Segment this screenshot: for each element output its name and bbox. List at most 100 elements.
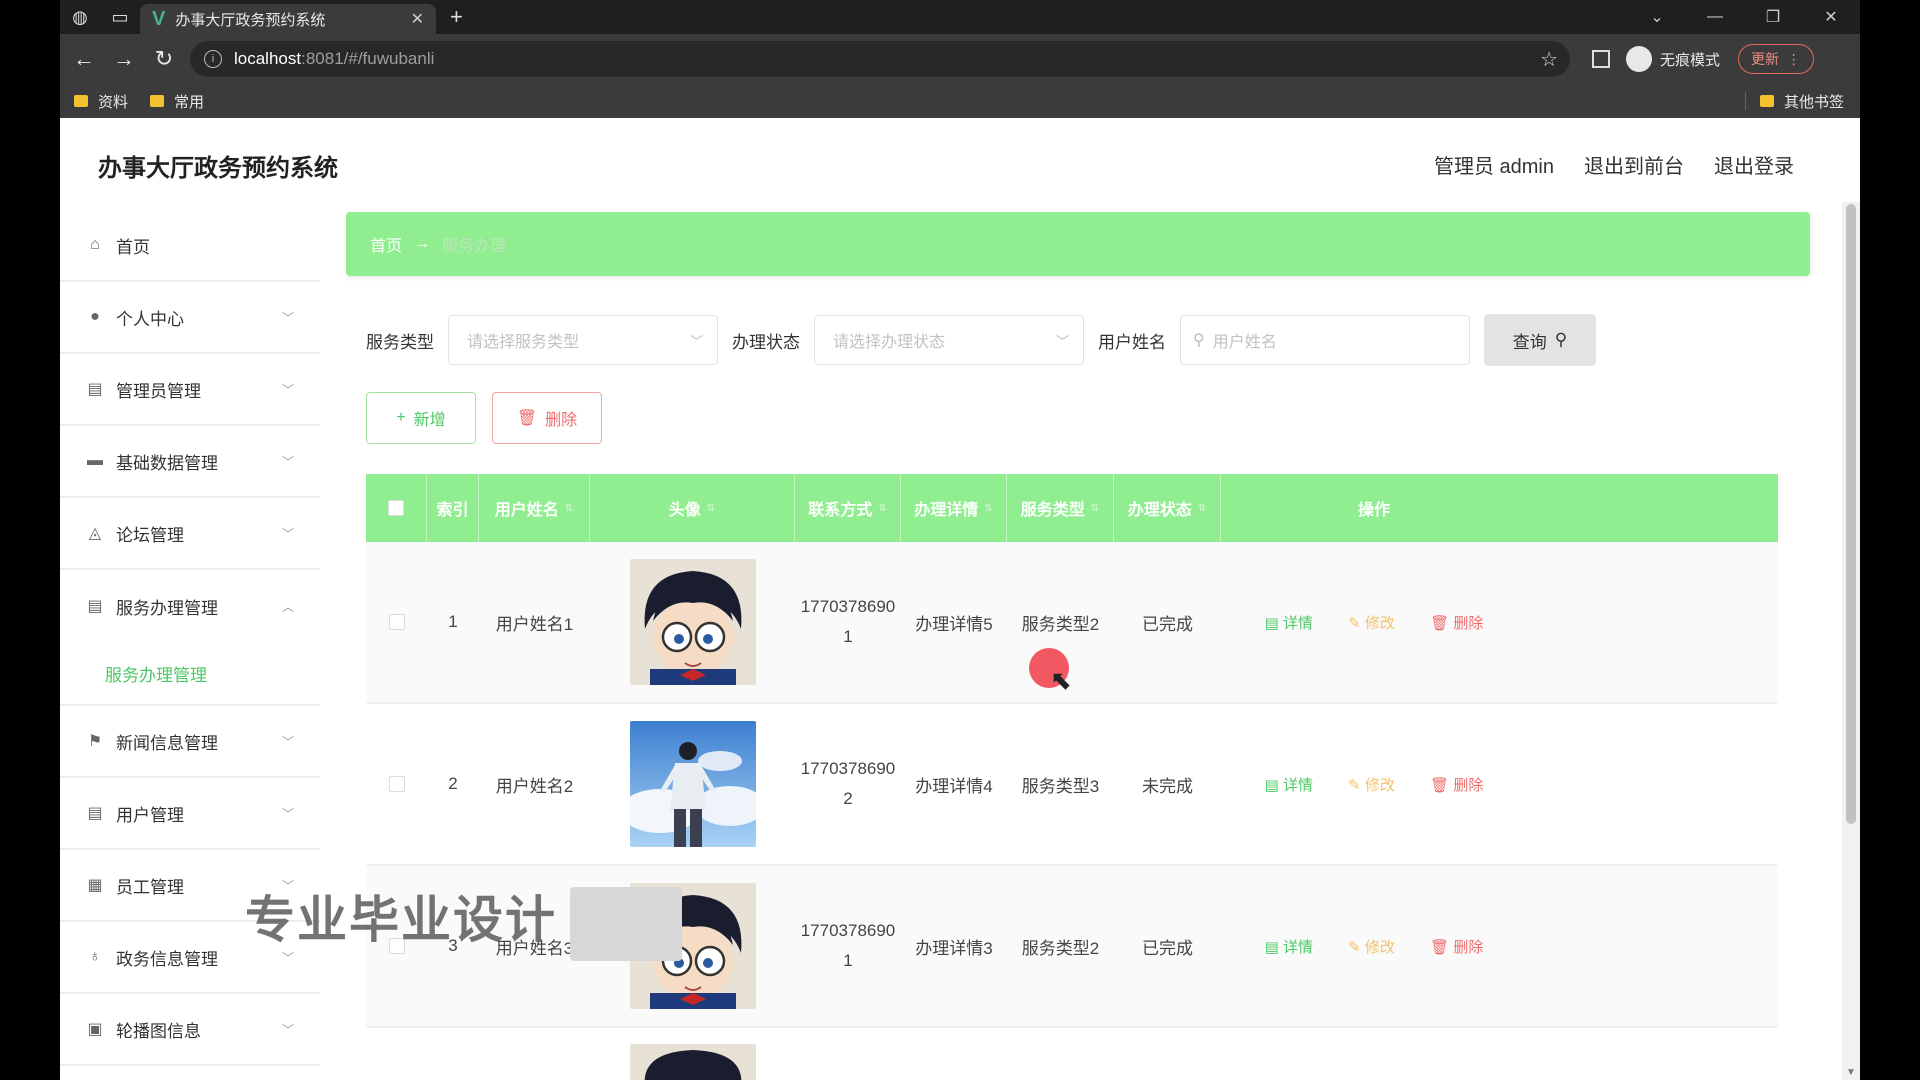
url-field[interactable]: i localhost :8081/#/fuwubanli ☆ bbox=[190, 41, 1570, 77]
other-bookmarks[interactable]: 其他书签 bbox=[1744, 84, 1844, 118]
detail-button[interactable]: ▤ 详情 bbox=[1265, 774, 1313, 795]
new-tab-button[interactable]: + bbox=[450, 4, 463, 30]
sidebar-item-admin[interactable]: ▤ 管理员管理 ﹀ bbox=[60, 354, 320, 426]
update-button[interactable]: 更新 ⋮ bbox=[1738, 44, 1814, 74]
sidebar-item-label: 个人中心 bbox=[116, 309, 184, 329]
detail-button[interactable]: ▤ 详情 bbox=[1265, 936, 1313, 957]
sidebar-item-carousel[interactable]: ▣ 轮播图信息 ﹀ bbox=[60, 994, 320, 1066]
logout-link[interactable]: 退出登录 bbox=[1714, 150, 1794, 179]
batch-delete-button[interactable]: 🗑 删除 bbox=[492, 392, 602, 444]
reload-button[interactable]: ↻ bbox=[144, 39, 184, 79]
row-checkbox[interactable] bbox=[388, 776, 405, 792]
site-info-icon[interactable]: i bbox=[204, 50, 222, 68]
cell-detail: 办理详情4 bbox=[915, 776, 993, 796]
incognito-indicator[interactable]: 无痕模式 bbox=[1626, 46, 1720, 72]
side-panel-icon[interactable] bbox=[1592, 50, 1610, 68]
mic-icon: ♁ bbox=[89, 948, 101, 965]
row-checkbox[interactable] bbox=[388, 614, 405, 630]
search-form: 服务类型 请选择服务类型 ﹀ 办理状态 请选择办理状态 ﹀ 用户姓名 ⚲ 用户姓… bbox=[366, 314, 1596, 366]
edit-button[interactable]: ✎ 修改 bbox=[1348, 774, 1395, 795]
forward-button[interactable]: → bbox=[104, 39, 144, 79]
header-type[interactable]: 服务类型 ⇅ bbox=[1007, 474, 1114, 542]
sort-icon[interactable]: ⇅ bbox=[984, 503, 992, 514]
edit-label: 修改 bbox=[1364, 938, 1395, 956]
header-phone[interactable]: 联系方式 ⇅ bbox=[795, 474, 901, 542]
select-all-checkbox[interactable] bbox=[388, 500, 404, 516]
sidebar-subitem-service[interactable]: 服务办理管理 bbox=[60, 642, 320, 706]
tab-list-icon[interactable]: ▭ bbox=[100, 0, 140, 34]
status-placeholder: 请选择办理状态 bbox=[833, 334, 946, 351]
header-index: 索引 bbox=[427, 474, 479, 542]
breadcrumb-home[interactable]: 首页 bbox=[370, 232, 402, 256]
divider bbox=[1744, 92, 1746, 110]
bell-icon: ◬ bbox=[88, 525, 102, 542]
cell-phone: 1770378690 1 bbox=[795, 542, 901, 702]
sort-icon[interactable]: ⇅ bbox=[707, 503, 715, 514]
cell-phone: 1770378690 1 bbox=[795, 866, 901, 1026]
header-name[interactable]: 用户姓名 ⇅ bbox=[479, 474, 590, 542]
delete-button[interactable]: 🗑 删除 bbox=[1430, 774, 1483, 795]
delete-button[interactable]: 🗑 删除 bbox=[1430, 612, 1483, 633]
edit-button[interactable]: ✎ 修改 bbox=[1348, 612, 1395, 633]
avatar-image[interactable] bbox=[629, 1044, 756, 1080]
flag-icon: ⚑ bbox=[87, 733, 103, 750]
phone-line: 2 bbox=[843, 789, 853, 808]
minimize-button[interactable]: — bbox=[1686, 0, 1744, 34]
scroll-down-arrow-icon[interactable]: ▼ bbox=[1846, 1067, 1856, 1078]
close-window-button[interactable]: ✕ bbox=[1802, 0, 1860, 34]
sort-icon[interactable]: ⇅ bbox=[565, 503, 573, 514]
sidebar-item-forum[interactable]: ◬ 论坛管理 ﹀ bbox=[60, 498, 320, 570]
sidebar-item-users[interactable]: ▤ 用户管理 ﹀ bbox=[60, 778, 320, 850]
service-type-placeholder: 请选择服务类型 bbox=[467, 334, 580, 351]
sidebar-item-home[interactable]: ⌂ 首页 bbox=[60, 210, 320, 282]
bookmark-folder[interactable]: 资料 bbox=[74, 91, 128, 112]
sidebar-item-basic-data[interactable]: ▬ 基础数据管理 ﹀ bbox=[60, 426, 320, 498]
tab-bar: ◍ ▭ V 办事大厅政务预约系统 ✕ + ⌄ — ❐ ✕ bbox=[60, 0, 1860, 34]
browser-tab[interactable]: V 办事大厅政务预约系统 ✕ bbox=[140, 4, 436, 34]
username-input[interactable]: ⚲ 用户姓名 bbox=[1180, 315, 1470, 365]
status-select[interactable]: 请选择办理状态 ﹀ bbox=[814, 315, 1084, 365]
header-label: 办理详情 bbox=[914, 502, 979, 519]
bookmarks-bar: 资料 常用 其他书签 bbox=[60, 84, 1860, 118]
add-button[interactable]: + 新增 bbox=[366, 392, 476, 444]
arrow-right-icon: → bbox=[414, 235, 431, 252]
profile-icon[interactable]: ◍ bbox=[60, 0, 100, 34]
action-bar: + 新增 🗑 删除 bbox=[366, 392, 618, 444]
detail-button[interactable]: ▤ 详情 bbox=[1265, 612, 1313, 633]
sort-icon[interactable]: ⇅ bbox=[1198, 503, 1206, 514]
header-detail[interactable]: 办理详情 ⇅ bbox=[901, 474, 1007, 542]
sidebar-item-service[interactable]: ▤ 服务办理管理 ︿ bbox=[60, 570, 320, 642]
trash-icon: 🗑 bbox=[516, 410, 538, 427]
sort-icon[interactable]: ⇅ bbox=[1091, 503, 1099, 514]
header-status[interactable]: 办理状态 ⇅ bbox=[1114, 474, 1221, 542]
url-path: :8081/#/fuwubanli bbox=[301, 49, 435, 68]
tab-search-icon[interactable]: ⌄ bbox=[1628, 0, 1686, 34]
avatar-image[interactable] bbox=[629, 721, 756, 847]
page-scrollbar[interactable]: ▼ bbox=[1842, 202, 1860, 1080]
header-avatar[interactable]: 头像 ⇅ bbox=[590, 474, 795, 542]
chevron-down-icon: ﹀ bbox=[281, 1022, 294, 1037]
delete-button[interactable]: 🗑 删除 bbox=[1430, 936, 1483, 957]
back-to-front-link[interactable]: 退出到前台 bbox=[1584, 150, 1684, 179]
bookmark-folder[interactable]: 常用 bbox=[150, 91, 204, 112]
bookmark-star-icon[interactable]: ☆ bbox=[1540, 47, 1558, 72]
phone-line: 1770378690 bbox=[800, 597, 896, 616]
cell-status: 已完成 bbox=[1142, 938, 1193, 958]
maximize-button[interactable]: ❐ bbox=[1744, 0, 1802, 34]
sidebar-item-label: 员工管理 bbox=[116, 877, 184, 897]
back-button[interactable]: ← bbox=[64, 39, 104, 79]
sort-icon[interactable]: ⇅ bbox=[878, 503, 886, 514]
edit-button[interactable]: ✎ 修改 bbox=[1348, 936, 1395, 957]
blurred-overlay bbox=[570, 887, 682, 961]
service-type-select[interactable]: 请选择服务类型 ﹀ bbox=[448, 315, 718, 365]
query-button[interactable]: 查询 ⚲ bbox=[1484, 314, 1596, 366]
watermark-text: 专业毕业设计 bbox=[245, 892, 557, 948]
incognito-label: 无痕模式 bbox=[1660, 51, 1721, 69]
close-tab-icon[interactable]: ✕ bbox=[411, 9, 424, 29]
sidebar-item-news[interactable]: ⚑ 新闻信息管理 ﹀ bbox=[60, 706, 320, 778]
scrollbar-thumb[interactable] bbox=[1846, 204, 1856, 824]
avatar-image[interactable] bbox=[629, 559, 756, 685]
folder-icon bbox=[74, 95, 88, 107]
sidebar-item-profile[interactable]: ● 个人中心 ﹀ bbox=[60, 282, 320, 354]
sidebar-item-label: 论坛管理 bbox=[116, 525, 184, 545]
